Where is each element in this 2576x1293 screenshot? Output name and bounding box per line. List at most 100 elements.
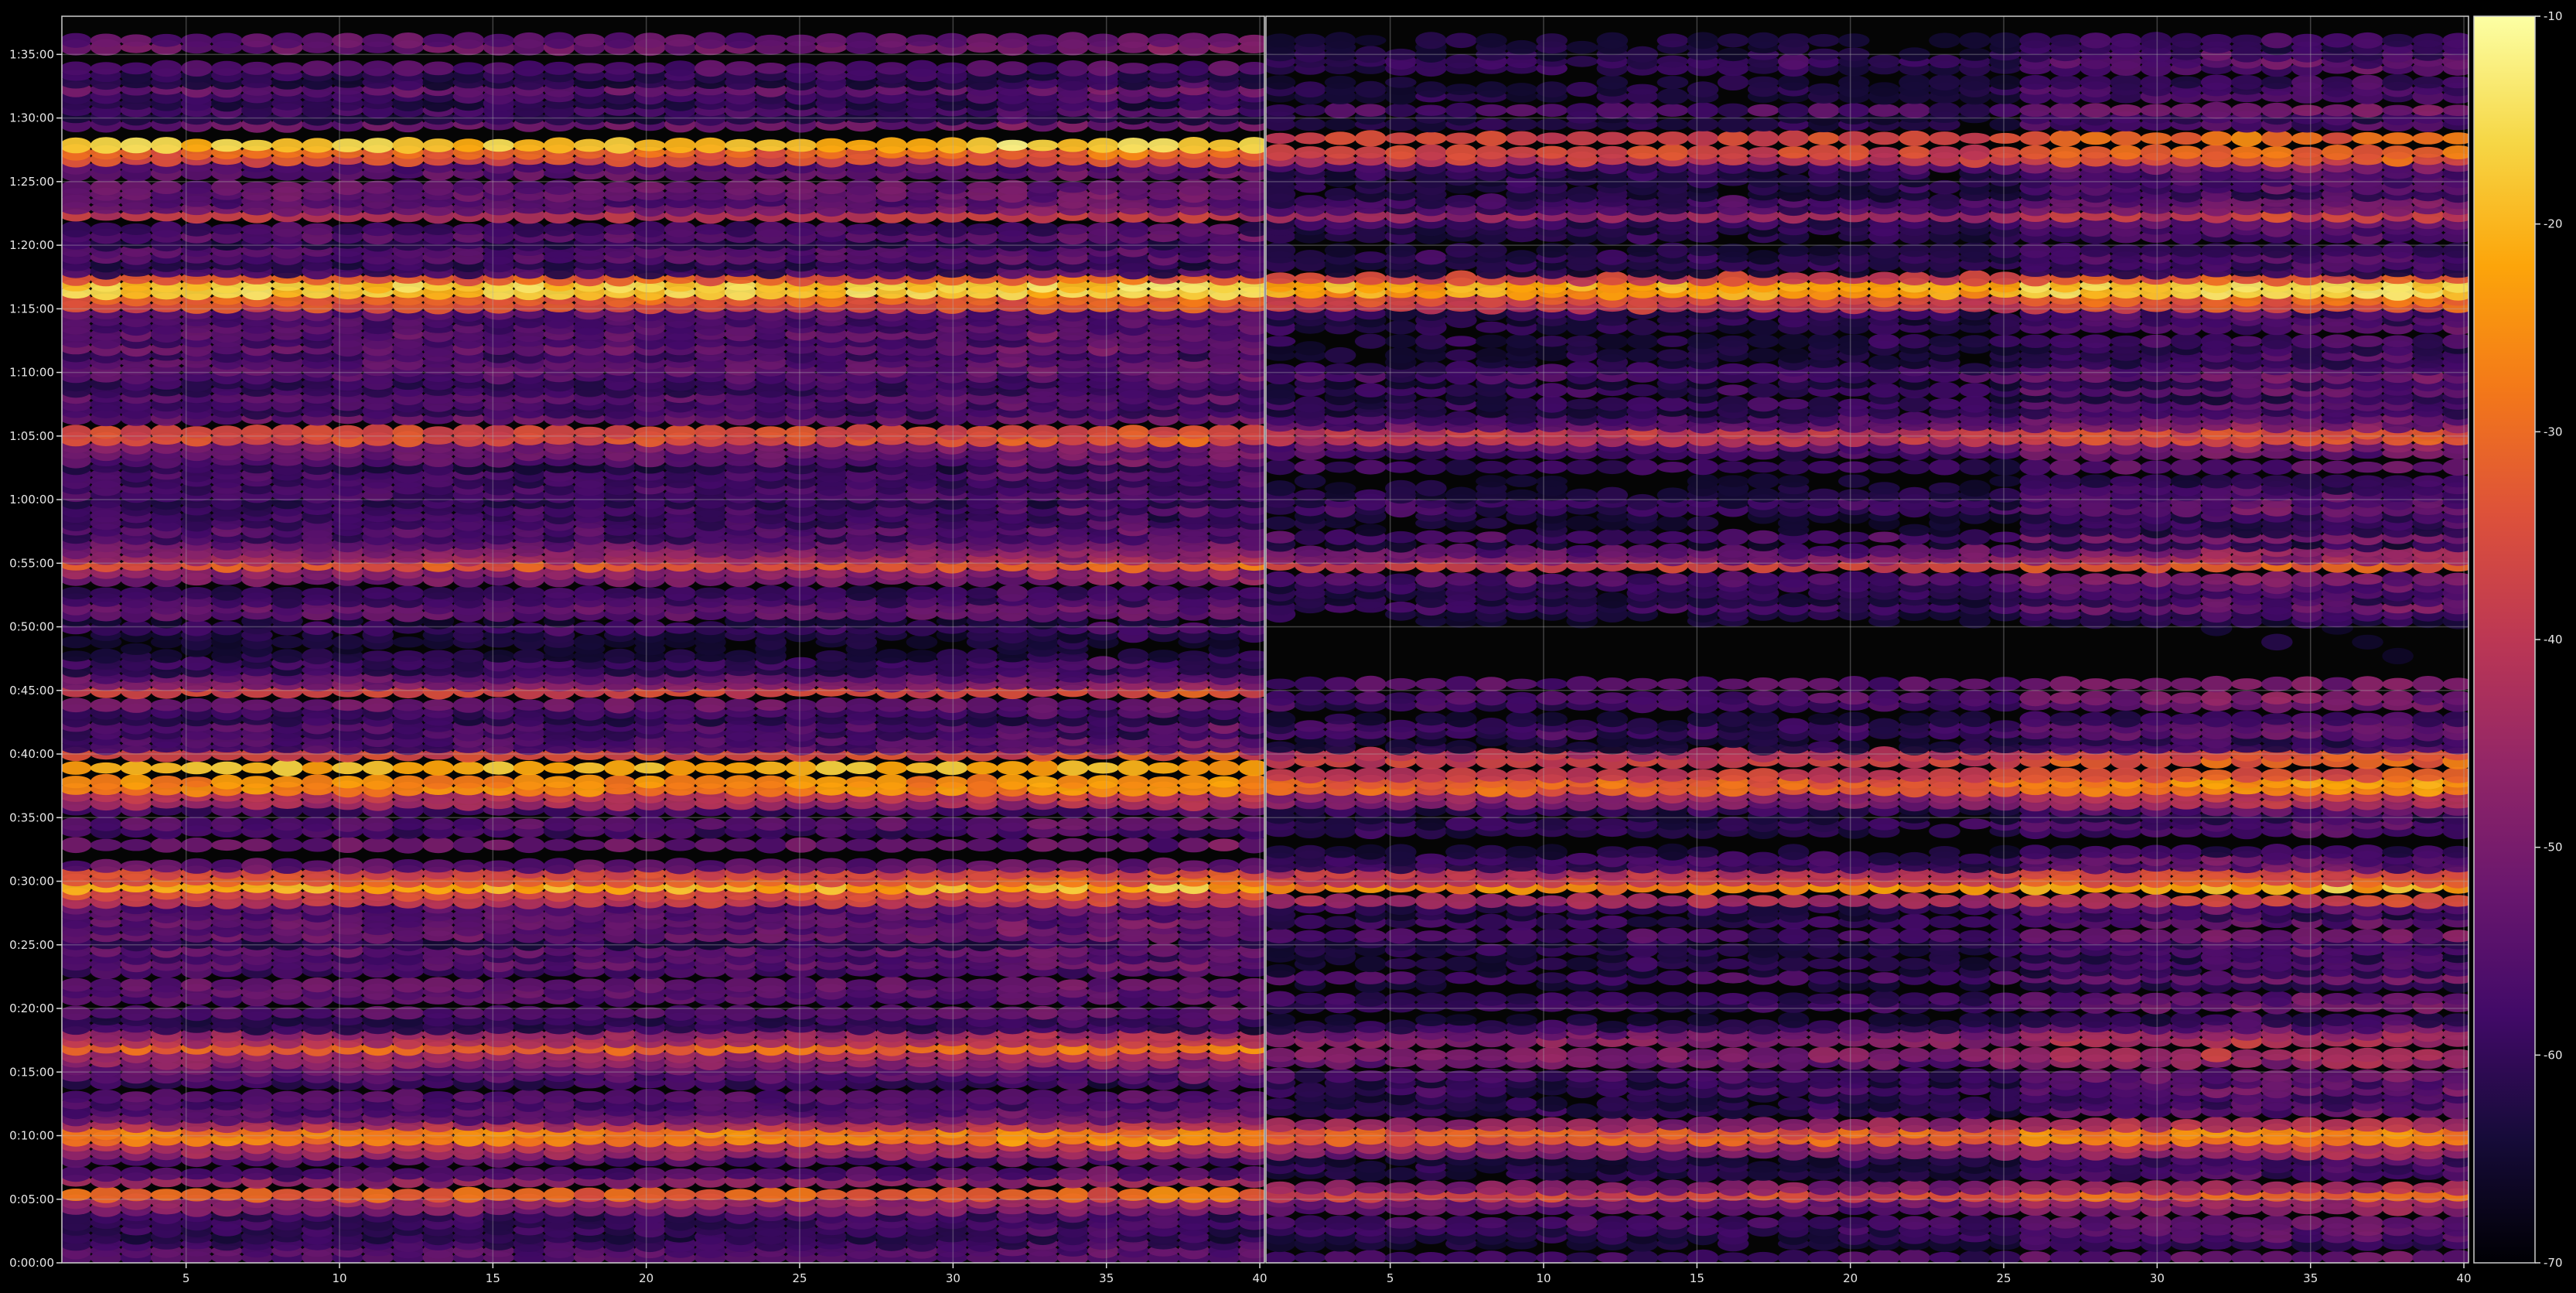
data-point <box>241 587 273 599</box>
data-point <box>1148 650 1179 663</box>
data-point <box>996 761 1029 776</box>
data-point <box>1117 1090 1149 1104</box>
data-point <box>302 621 333 635</box>
data-point <box>150 762 183 774</box>
data-point <box>573 634 606 650</box>
data-point <box>90 1165 122 1182</box>
data-point <box>694 1167 726 1181</box>
data-point <box>1087 858 1119 875</box>
data-point <box>573 859 606 873</box>
data-point <box>936 817 968 831</box>
data-point <box>1057 425 1089 439</box>
data-point <box>1117 858 1149 874</box>
data-point <box>211 1165 243 1182</box>
data-point <box>906 817 938 831</box>
data-point <box>483 817 515 831</box>
data-point <box>120 774 152 790</box>
data-point <box>211 697 243 714</box>
data-point <box>62 977 92 992</box>
data-point <box>936 776 968 788</box>
data-point <box>271 636 303 649</box>
data-point <box>62 425 92 440</box>
data-point <box>634 1167 666 1181</box>
data-point <box>422 586 455 600</box>
data-point <box>241 762 273 774</box>
data-point <box>362 774 394 790</box>
data-point <box>906 650 938 663</box>
data-point <box>936 761 968 776</box>
data-point <box>634 587 666 599</box>
data-point <box>1178 1186 1210 1203</box>
data-point <box>815 838 848 852</box>
data-point <box>362 1091 394 1103</box>
data-point <box>302 1168 333 1179</box>
data-point <box>694 425 726 440</box>
data-point <box>452 775 485 789</box>
data-point <box>966 762 998 775</box>
data-point <box>604 425 636 440</box>
data-point <box>694 818 726 830</box>
data-point <box>1208 699 1240 711</box>
data-point <box>664 425 696 440</box>
data-point <box>302 699 333 711</box>
data-point <box>332 1166 363 1182</box>
data-point <box>725 586 756 600</box>
data-point <box>422 1186 455 1203</box>
data-point <box>1027 838 1059 852</box>
data-point <box>815 1189 848 1201</box>
data-point <box>332 585 363 602</box>
data-point <box>785 1168 817 1180</box>
data-point <box>906 838 938 851</box>
data-point <box>332 978 363 992</box>
data-point <box>483 775 515 789</box>
data-point <box>452 424 485 441</box>
data-point <box>362 587 394 599</box>
data-point <box>966 587 998 599</box>
data-point <box>120 1091 152 1103</box>
data-point <box>120 860 152 872</box>
data-point <box>785 657 817 670</box>
data-point <box>392 836 425 854</box>
data-point <box>211 761 243 775</box>
data-point <box>1238 858 1264 875</box>
data-point <box>543 1090 575 1104</box>
data-point <box>1057 760 1089 776</box>
data-point <box>936 1089 968 1105</box>
data-point <box>1087 656 1119 670</box>
data-point <box>332 858 363 875</box>
data-point <box>271 424 303 441</box>
data-point <box>573 817 606 831</box>
data-point <box>1238 587 1264 599</box>
data-point <box>1238 816 1264 832</box>
data-point <box>634 762 666 774</box>
data-point <box>120 424 152 441</box>
data-point <box>845 979 878 991</box>
data-point <box>1178 650 1210 662</box>
data-point <box>573 774 606 790</box>
data-point <box>362 423 394 441</box>
data-point <box>150 977 183 993</box>
data-point <box>573 585 606 601</box>
data-point <box>573 1168 606 1180</box>
data-point <box>332 425 363 440</box>
data-point <box>785 976 817 994</box>
data-point <box>725 1091 756 1103</box>
data-point <box>1148 762 1179 774</box>
data-point <box>1087 1091 1119 1103</box>
data-point <box>483 698 515 713</box>
data-point <box>513 585 545 601</box>
data-point <box>996 816 1029 832</box>
data-point <box>755 699 786 711</box>
data-point <box>271 817 303 831</box>
data-point <box>392 817 425 831</box>
data-point <box>90 817 122 831</box>
data-point <box>1238 977 1264 992</box>
data-point <box>302 761 333 775</box>
data-point <box>755 1007 786 1018</box>
data-point <box>845 1090 878 1104</box>
data-point <box>513 977 545 992</box>
data-point <box>694 587 726 599</box>
data-point <box>573 698 606 713</box>
data-point <box>1087 1165 1119 1182</box>
data-point <box>452 1090 485 1104</box>
